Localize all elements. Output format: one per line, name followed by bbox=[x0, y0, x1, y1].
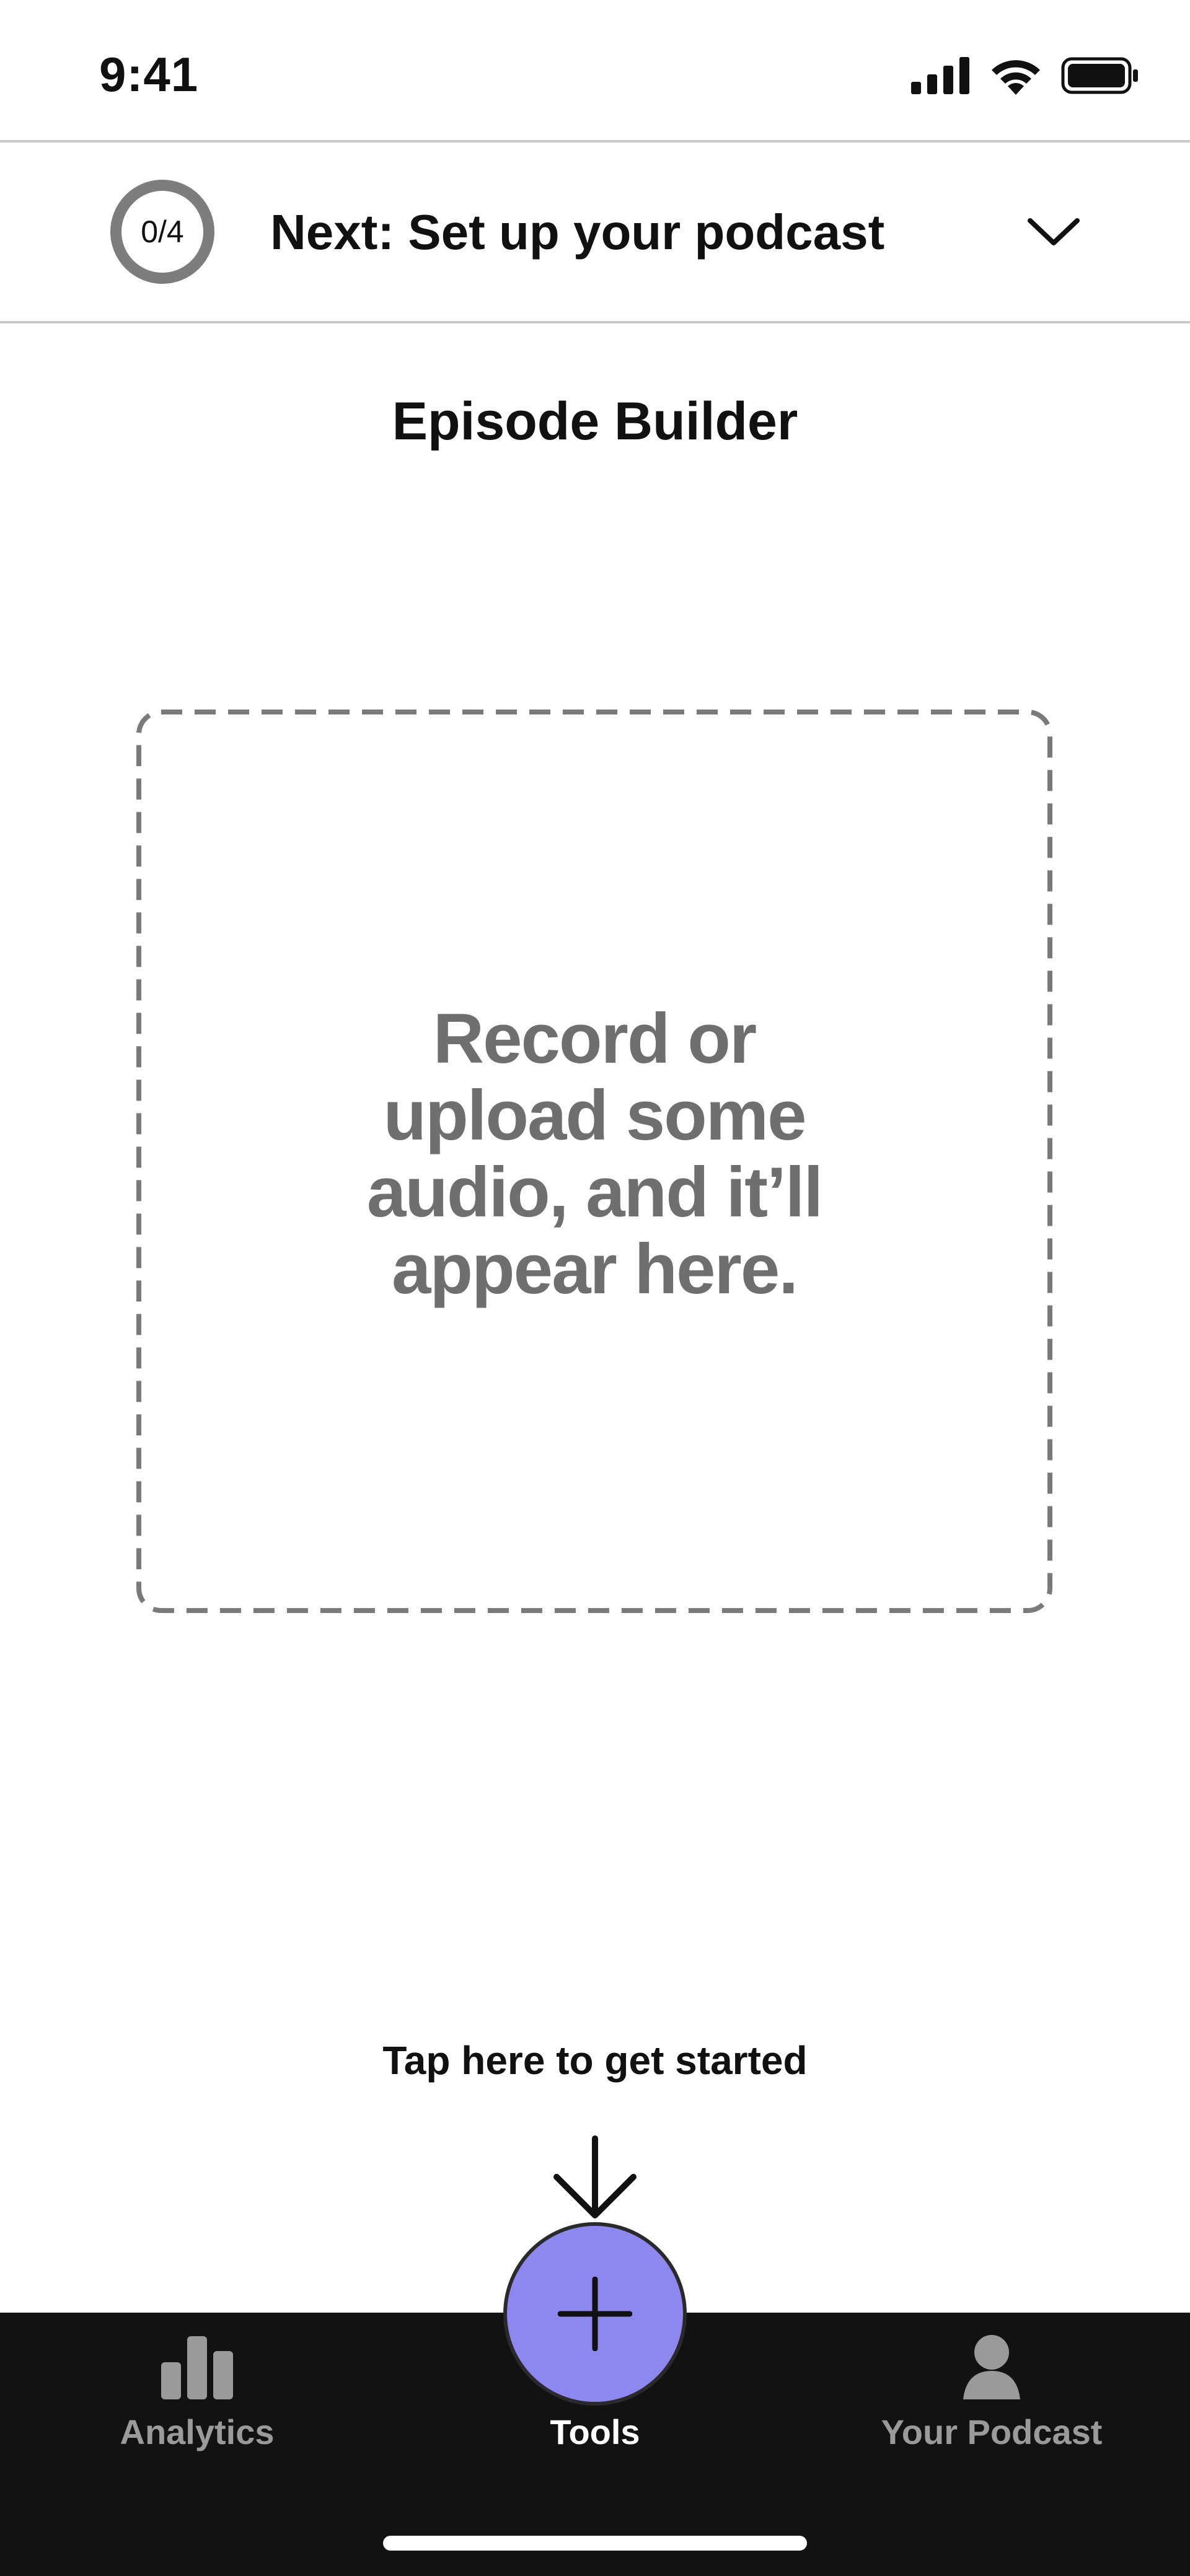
tab-your-podcast[interactable]: Your Podcast bbox=[843, 2313, 1140, 2486]
person-icon bbox=[963, 2335, 1020, 2399]
home-indicator[interactable] bbox=[383, 2536, 807, 2551]
page-title: Episode Builder bbox=[392, 392, 798, 451]
progress-count: 0/4 bbox=[141, 214, 184, 249]
divider bbox=[0, 321, 1190, 323]
tab-label: Analytics bbox=[120, 2412, 275, 2451]
tab-label: Tools bbox=[550, 2412, 640, 2451]
chevron-down-icon[interactable] bbox=[1023, 204, 1085, 260]
arrow-down-icon bbox=[553, 2135, 637, 2218]
dropzone-line: upload some bbox=[383, 1076, 806, 1155]
dropzone-line: Record or bbox=[433, 1000, 757, 1078]
next-step-label[interactable]: Next: Set up your podcast bbox=[270, 201, 884, 263]
divider bbox=[0, 140, 1190, 143]
add-tool-button[interactable] bbox=[507, 2226, 683, 2402]
get-started-hint: Tap here to get started bbox=[382, 2038, 808, 2083]
tab-label: Your Podcast bbox=[881, 2412, 1103, 2451]
dropzone-line: audio, and it’ll bbox=[366, 1153, 823, 1232]
dropzone-line: appear here. bbox=[392, 1230, 798, 1309]
bar-chart-icon bbox=[161, 2336, 233, 2399]
dropzone-message: Record or upload some audio, and it’ll a… bbox=[136, 1001, 1052, 1308]
tab-analytics[interactable]: Analytics bbox=[48, 2313, 346, 2486]
progress-ring: 0/4 bbox=[110, 180, 214, 284]
wifi-icon bbox=[992, 60, 1040, 95]
plus-icon bbox=[558, 2277, 632, 2351]
status-icons bbox=[911, 51, 1140, 100]
status-time: 9:41 bbox=[99, 47, 199, 102]
cellular-signal-icon bbox=[911, 57, 969, 94]
battery-icon bbox=[1061, 57, 1138, 94]
audio-dropzone[interactable]: Record or upload some audio, and it’ll a… bbox=[136, 710, 1052, 1613]
